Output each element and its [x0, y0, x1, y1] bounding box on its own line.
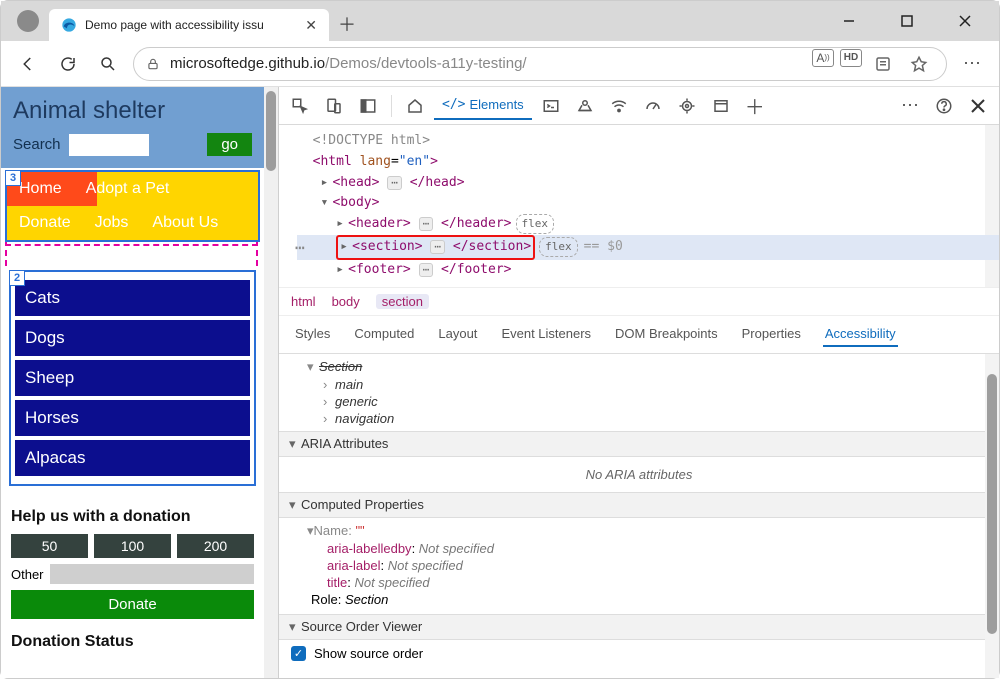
- subtab-layout[interactable]: Layout: [436, 322, 479, 347]
- overlay-dash: [5, 244, 258, 246]
- profile-avatar[interactable]: [17, 10, 39, 32]
- minimize-button[interactable]: [831, 7, 867, 35]
- crumb-section[interactable]: section: [376, 294, 429, 309]
- close-devtools-icon[interactable]: [963, 91, 993, 121]
- tab-close-icon[interactable]: ✕: [305, 17, 317, 34]
- tab-elements[interactable]: </>Elements: [434, 91, 532, 120]
- favorite-icon[interactable]: [904, 49, 934, 79]
- other-label: Other: [11, 567, 44, 582]
- maximize-button[interactable]: [889, 7, 925, 35]
- cat-alpacas[interactable]: Alpacas: [15, 440, 250, 476]
- reader-icon[interactable]: [868, 49, 898, 79]
- computed-properties-head[interactable]: ▾Computed Properties: [279, 492, 999, 518]
- page-header: Animal shelter Search go: [1, 87, 264, 168]
- page-scrollbar[interactable]: [264, 87, 278, 678]
- overlay-badge-3: 3: [5, 170, 21, 186]
- overlay-badge-2: 2: [9, 270, 25, 286]
- aria-attributes-head[interactable]: ▾ARIA Attributes: [279, 431, 999, 457]
- subtab-computed[interactable]: Computed: [352, 322, 416, 347]
- performance-icon[interactable]: [638, 91, 668, 121]
- url-field[interactable]: microsoftedge.github.io/Demos/devtools-a…: [133, 47, 947, 81]
- dock-icon[interactable]: [353, 91, 383, 121]
- network-icon[interactable]: [604, 91, 634, 121]
- welcome-icon[interactable]: [400, 91, 430, 121]
- help-icon[interactable]: [929, 91, 959, 121]
- search-icon[interactable]: [93, 49, 123, 79]
- crumb-html[interactable]: html: [291, 294, 316, 309]
- aria-empty: No ARIA attributes: [279, 457, 999, 492]
- menu-button[interactable]: ⋯: [957, 49, 987, 79]
- read-aloud-icon[interactable]: A)): [812, 49, 834, 67]
- cat-horses[interactable]: Horses: [15, 400, 250, 436]
- nav-adopt[interactable]: Adopt a Pet: [74, 172, 182, 206]
- show-source-order-label: Show source order: [314, 646, 423, 661]
- subtab-event-listeners[interactable]: Event Listeners: [499, 322, 593, 347]
- cat-dogs[interactable]: Dogs: [15, 320, 250, 356]
- lock-icon: [146, 57, 160, 71]
- crumb-body[interactable]: body: [332, 294, 360, 309]
- categories-overlay-box: 2 Cats Dogs Sheep Horses Alpacas: [9, 270, 256, 486]
- acc-scrollbar[interactable]: [985, 354, 999, 678]
- donation-status-heading: Donation Status: [11, 633, 254, 651]
- search-label: Search: [13, 136, 61, 153]
- more-tabs-icon[interactable]: ＋: [740, 91, 770, 121]
- breadcrumb[interactable]: html body section: [279, 287, 999, 316]
- sources-icon[interactable]: [570, 91, 600, 121]
- go-button[interactable]: go: [207, 133, 252, 156]
- subtab-accessibility[interactable]: Accessibility: [823, 322, 898, 347]
- cat-sheep[interactable]: Sheep: [15, 360, 250, 396]
- devtools-panel: </>Elements ＋ ⋯ <!DOCTYPE html> <html la…: [279, 87, 999, 678]
- nav-about[interactable]: About Us: [140, 206, 230, 240]
- hd-icon[interactable]: HD: [840, 49, 862, 67]
- nav-overlay-box: 3 Home Adopt a Pet Donate Jobs About Us: [5, 170, 260, 242]
- accessibility-tree[interactable]: ▾Section ›main ›generic ›navigation: [279, 354, 999, 431]
- show-source-order-checkbox[interactable]: ✓: [291, 646, 306, 661]
- donation-section: Help us with a donation 50 100 200 Other…: [1, 490, 264, 667]
- inspect-icon[interactable]: [285, 91, 315, 121]
- edge-icon: [61, 17, 77, 33]
- nav-donate[interactable]: Donate: [7, 206, 83, 240]
- amount-50[interactable]: 50: [11, 534, 88, 558]
- rendered-page: Animal shelter Search go 3 Home Adopt a …: [1, 87, 279, 678]
- subtab-dom-breakpoints[interactable]: DOM Breakpoints: [613, 322, 720, 347]
- amount-200[interactable]: 200: [177, 534, 254, 558]
- devtools-more-icon[interactable]: ⋯: [895, 91, 925, 121]
- close-window-button[interactable]: [947, 7, 983, 35]
- source-order-head[interactable]: ▾Source Order Viewer: [279, 614, 999, 640]
- page-title: Animal shelter: [13, 97, 252, 125]
- cat-cats[interactable]: Cats: [15, 280, 250, 316]
- browser-tab[interactable]: Demo page with accessibility issu ✕: [49, 9, 329, 41]
- dom-scrollbar[interactable]: [985, 125, 999, 287]
- refresh-button[interactable]: [53, 49, 83, 79]
- donate-button[interactable]: Donate: [11, 590, 254, 619]
- application-icon[interactable]: [706, 91, 736, 121]
- window-titlebar: Demo page with accessibility issu ✕ ＋: [1, 1, 999, 41]
- tab-title: Demo page with accessibility issu: [85, 18, 297, 32]
- styles-subtabs: Styles Computed Layout Event Listeners D…: [279, 316, 999, 354]
- accessibility-pane: ▾Section ›main ›generic ›navigation ▾ARI…: [279, 354, 999, 678]
- search-input[interactable]: [69, 134, 149, 156]
- row-actions-icon[interactable]: ⋯: [295, 235, 305, 261]
- devtools-toolbar: </>Elements ＋ ⋯: [279, 87, 999, 125]
- amount-100[interactable]: 100: [94, 534, 171, 558]
- memory-icon[interactable]: [672, 91, 702, 121]
- back-button[interactable]: [13, 49, 43, 79]
- url-text: microsoftedge.github.io/Demos/devtools-a…: [170, 55, 802, 72]
- donation-heading: Help us with a donation: [11, 508, 254, 526]
- nav-jobs[interactable]: Jobs: [83, 206, 141, 240]
- device-icon[interactable]: [319, 91, 349, 121]
- subtab-properties[interactable]: Properties: [740, 322, 803, 347]
- address-bar: microsoftedge.github.io/Demos/devtools-a…: [1, 41, 999, 87]
- console-icon[interactable]: [536, 91, 566, 121]
- dom-tree[interactable]: <!DOCTYPE html> <html lang="en"> ▸<head>…: [279, 125, 999, 287]
- subtab-styles[interactable]: Styles: [293, 322, 332, 347]
- other-input[interactable]: [50, 564, 254, 584]
- new-tab-button[interactable]: ＋: [333, 10, 361, 38]
